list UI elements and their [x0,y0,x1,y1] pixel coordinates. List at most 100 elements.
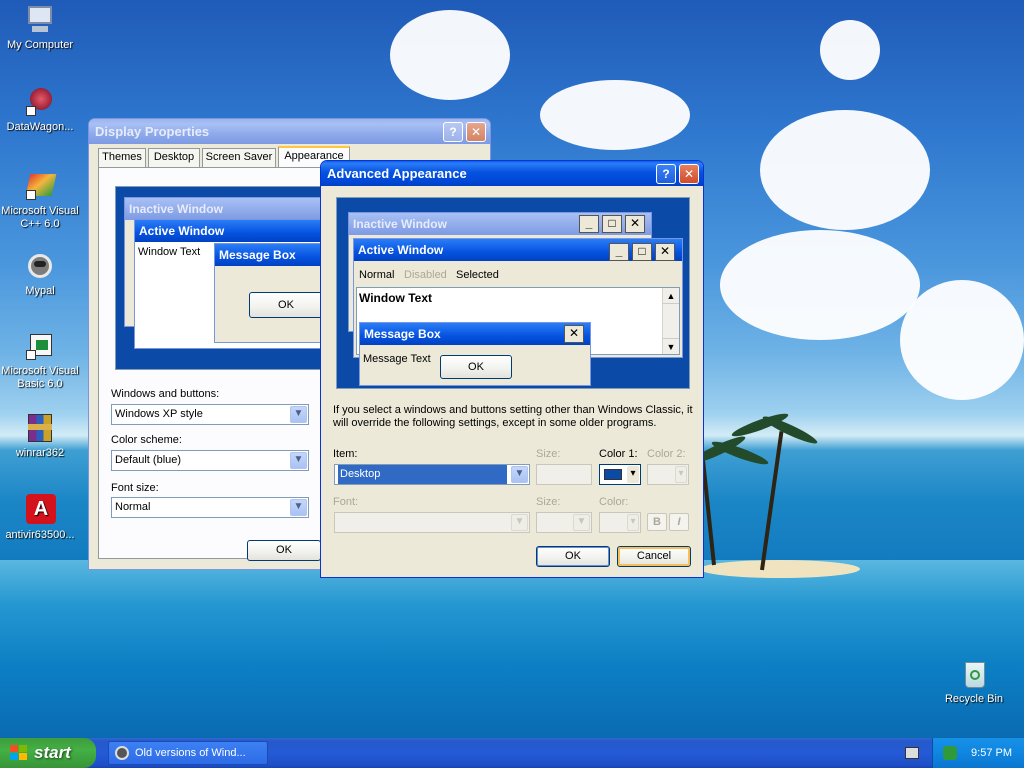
recycle-bin-icon [958,658,990,690]
palm-tree [760,431,784,571]
color2-label: Color 2: [647,448,686,460]
close-icon: ✕ [655,243,675,261]
font-size-select[interactable]: Normal ▼ [111,497,309,518]
preview-window-text: Window Text [138,246,201,258]
menu-disabled[interactable]: Disabled [404,269,447,281]
desktop-icon-mypal[interactable]: Mypal [0,250,80,298]
desktop-icon-visual-basic[interactable]: Microsoft Visual Basic 6.0 [0,330,80,391]
help-button[interactable]: ? [443,122,463,142]
item-select[interactable]: Desktop ▼ [334,464,530,485]
tab-themes[interactable]: Themes [98,148,146,167]
window-title: Display Properties [95,124,210,139]
window-title: Advanced Appearance [327,166,467,181]
preview-scrollbar[interactable]: ▲ ▼ [662,288,679,354]
display-properties-titlebar[interactable]: Display Properties ? ✕ [89,119,490,144]
antivir-icon: A [24,494,56,526]
font-size-select: ▼ [536,512,592,533]
cancel-button[interactable]: Cancel [617,546,691,567]
windows-buttons-label: Windows and buttons: [111,388,220,400]
color1-picker[interactable]: ▾ [599,464,641,485]
clock[interactable]: 9:57 PM [971,738,1012,768]
color-scheme-label: Color scheme: [111,434,182,446]
advanced-appearance-window[interactable]: Advanced Appearance ? ✕ Inactive Window … [320,160,704,578]
chevron-down-icon: ▾ [627,514,639,531]
ok-button[interactable]: OK [536,546,610,567]
palm-frond [760,412,820,448]
chevron-down-icon[interactable]: ▼ [290,406,307,423]
minimize-icon: _ [579,215,599,233]
taskbar-item[interactable]: Old versions of Wind... [108,741,268,765]
preview-window-text: Window Text [359,291,432,305]
minimize-icon: _ [609,243,629,261]
font-size-label: Size: [536,496,561,508]
font-label: Font: [333,496,359,508]
preview-ok-button: OK [249,292,323,318]
cloud [540,80,690,150]
cloud [720,230,920,340]
taskbar: start Old versions of Wind... 9:57 PM [0,738,1024,768]
menu-selected[interactable]: Selected [456,269,499,281]
close-button[interactable]: ✕ [679,164,699,184]
bold-button: B [647,513,667,531]
maximize-icon: □ [602,215,622,233]
windows-logo-icon [10,745,28,761]
desktop-icon-my-computer[interactable]: My Computer [0,4,80,52]
windows-buttons-select[interactable]: Windows XP style ▼ [111,404,309,425]
computer-icon [24,4,56,36]
chevron-down-icon[interactable]: ▼ [290,452,307,469]
help-button[interactable]: ? [656,164,676,184]
preview-active-title: Active Window [135,220,333,242]
size-spinner [536,464,592,485]
maximize-icon: □ [632,243,652,261]
keyboard-icon[interactable] [905,747,919,759]
scroll-down-icon: ▼ [663,338,679,354]
preview-message-box: Message Box OK [214,243,334,343]
scroll-up-icon: ▲ [663,288,679,304]
taskbar-item-label: Old versions of Wind... [135,747,246,759]
menu-normal[interactable]: Normal [359,269,394,281]
cloud [760,110,930,230]
chevron-down-icon: ▼ [511,514,528,531]
font-size-label: Font size: [111,482,159,494]
chevron-down-icon[interactable]: ▼ [511,466,528,483]
chevron-down-icon: ▼ [573,514,590,531]
close-icon: ✕ [625,215,645,233]
desktop-icon-recycle-bin[interactable]: Recycle Bin [934,658,1014,706]
ok-button[interactable]: OK [247,540,321,561]
close-button[interactable]: ✕ [466,122,486,142]
winrar-icon [24,412,56,444]
mypal-icon [115,746,129,760]
color1-label: Color 1: [599,448,638,460]
tab-screen-saver[interactable]: Screen Saver [202,148,276,167]
size-label: Size: [536,448,561,460]
datawagon-icon [24,86,56,118]
tab-desktop[interactable]: Desktop [148,148,200,167]
desktop-icon-datawagon[interactable]: DataWagon... [0,86,80,134]
mypal-icon [24,250,56,282]
preview-ok-button: OK [440,355,512,379]
chevron-down-icon[interactable]: ▾ [627,466,639,483]
start-label: start [34,743,71,762]
advanced-preview[interactable]: Inactive Window _ □ ✕ Active Window _ □ … [336,197,690,389]
item-label: Item: [333,448,358,460]
color-scheme-select[interactable]: Default (blue) ▼ [111,450,309,471]
desktop-icon-visual-cpp[interactable]: Microsoft Visual C++ 6.0 [0,170,80,231]
preview-message-box-title: Message Box [360,323,590,345]
color2-picker: ▾ [647,464,689,485]
preview-message-box[interactable]: Message Box ✕ Message Text OK [359,322,591,386]
system-tray: 9:57 PM [932,738,1024,768]
info-text: If you select a windows and buttons sett… [333,404,693,429]
color1-swatch [604,469,622,480]
desktop-icon-winrar[interactable]: winrar362 [0,412,80,460]
advanced-appearance-titlebar[interactable]: Advanced Appearance ? ✕ [321,161,703,186]
visual-basic-icon [24,330,56,362]
cloud [390,10,510,100]
chevron-down-icon[interactable]: ▼ [290,499,307,516]
italic-button: I [669,513,689,531]
cloud [900,280,1024,400]
security-shield-icon[interactable] [943,746,957,760]
start-button[interactable]: start [0,738,96,768]
desktop-icon-antivir[interactable]: A antivir63500... [0,494,80,542]
visual-cpp-icon [24,170,57,202]
font-color-picker: ▾ [599,512,641,533]
